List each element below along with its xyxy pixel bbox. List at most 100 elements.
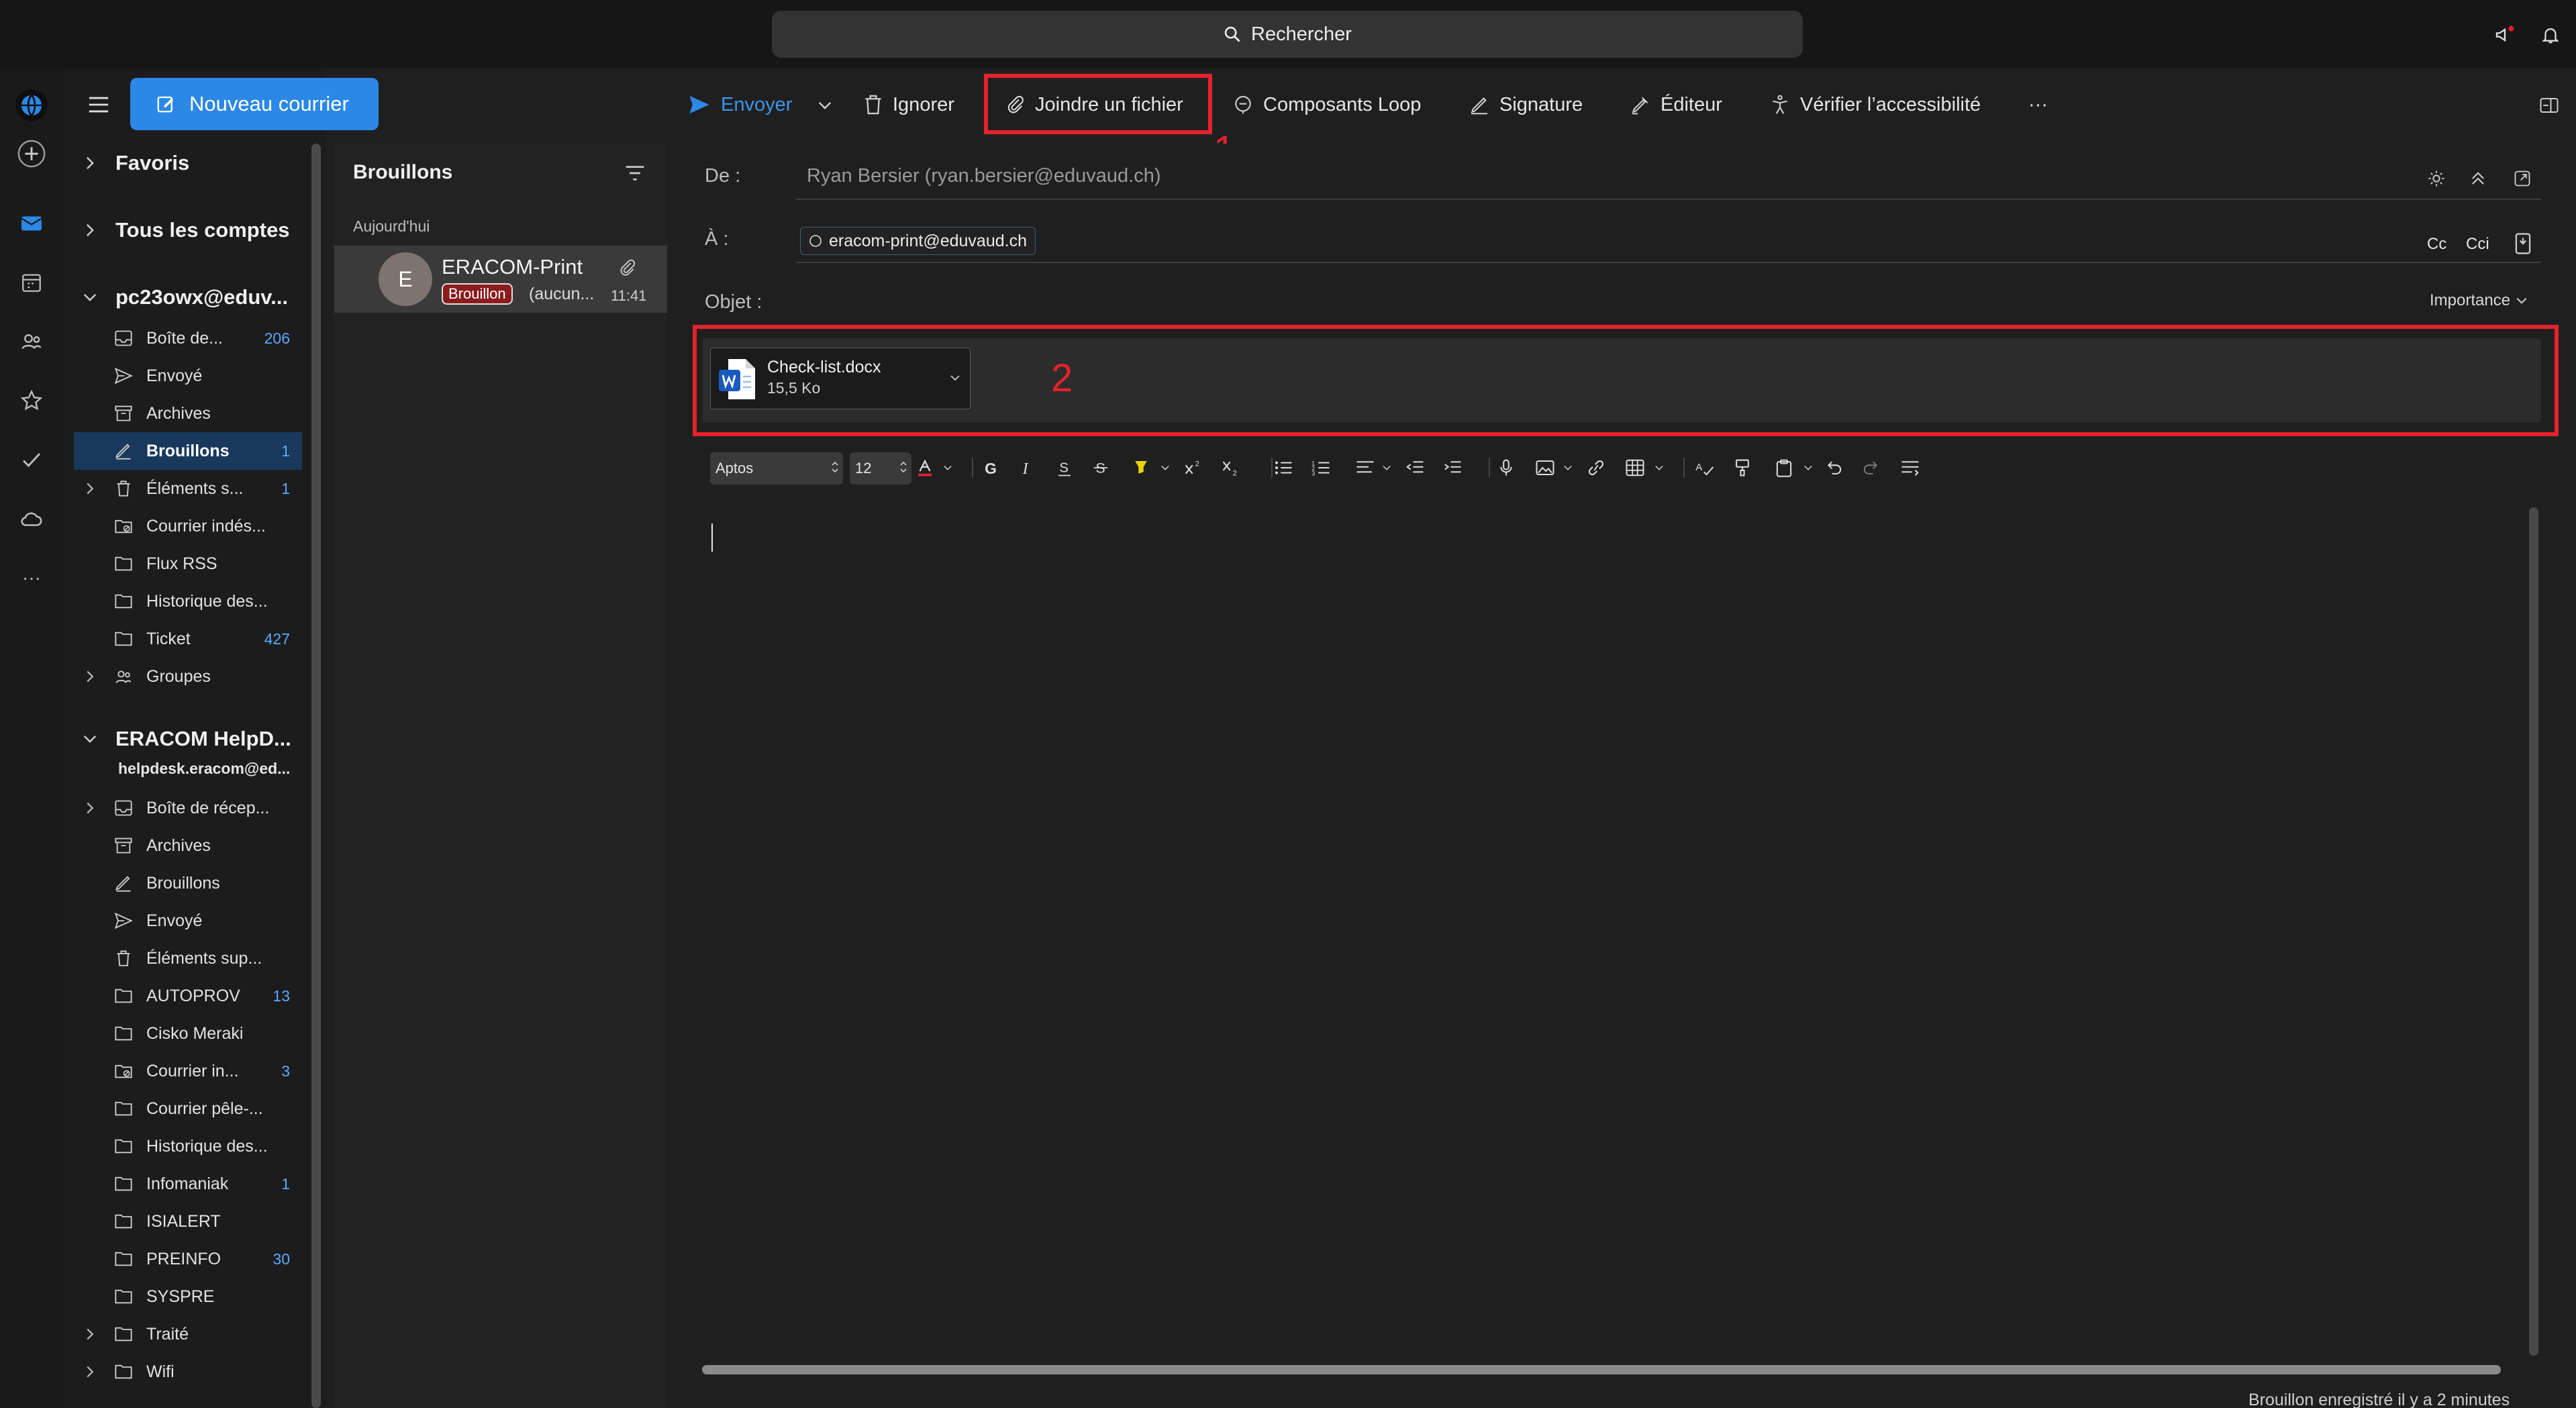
folder-a2-15[interactable]: Wifi [74,1353,302,1391]
folder-a2-7[interactable]: Courrier in... 3 [74,1052,302,1090]
folder-a1-9[interactable]: Groupes [74,658,302,695]
add-account-icon[interactable] [12,134,51,173]
announcement-icon[interactable] [2491,21,2518,48]
calendar-icon[interactable] [16,267,47,298]
chevron-down-icon[interactable] [1646,456,1673,479]
font-size-select[interactable]: 12 [850,452,911,485]
attachment-options-chevron-icon[interactable] [946,368,964,387]
bcc-button[interactable]: Cci [2466,235,2489,254]
favorites-group[interactable]: Favoris [74,146,189,180]
folder-a2-10[interactable]: Infomaniak 1 [74,1165,302,1203]
folder-a2-14[interactable]: Traité [74,1315,302,1353]
menu-icon[interactable] [83,91,114,118]
star-icon[interactable] [16,385,47,416]
folder-a1-2[interactable]: Archives [74,395,302,432]
folder-a1-3[interactable]: Brouillons 1 [74,432,302,470]
increase-indent-icon[interactable] [1439,456,1466,479]
cc-button[interactable]: Cc [2427,235,2446,254]
from-field[interactable]: Ryan Bersier (ryan.bersier@eduvaud.ch) [807,165,1161,187]
body-horizontal-scrollbar[interactable] [702,1365,2501,1374]
folder-a1-4[interactable]: Éléments s... 1 [74,470,302,507]
loop-components-button[interactable]: Composants Loop [1232,91,1421,118]
importance-button[interactable]: Importance [2430,291,2528,310]
account1-header[interactable]: pc23owx@eduv... [74,281,288,314]
microphone-icon[interactable] [1493,456,1520,479]
table-icon[interactable] [1622,456,1648,479]
cloud-icon[interactable] [16,503,47,534]
more-format-options-icon[interactable] [1897,456,1924,479]
chevron-down-icon[interactable] [1373,456,1400,479]
signature-button[interactable]: Signature [1469,91,1583,118]
expand-window-icon[interactable] [2510,166,2534,191]
list-item[interactable]: E ERACOM-Print Brouillon (aucun... 11:41 [334,246,667,313]
undo-icon[interactable] [1820,456,1847,479]
message-body-editor[interactable] [698,510,2524,1356]
folder-a2-1[interactable]: Archives [74,827,302,864]
theme-sun-icon[interactable] [2424,166,2448,191]
mail-icon[interactable] [16,208,47,239]
folder-a2-11[interactable]: ISIALERT [74,1203,302,1240]
chevron-right-icon[interactable] [74,1365,106,1378]
superscript-icon[interactable]: 2 [1180,456,1207,479]
account2-header[interactable]: ERACOM HelpD... [74,722,291,756]
folder-a1-7[interactable]: Historique des... [74,583,302,620]
send-button[interactable]: Envoyer [687,91,792,118]
bold-icon[interactable]: G [977,456,1004,479]
folder-a1-1[interactable]: Envoyé [74,357,302,395]
bell-icon[interactable] [2537,21,2564,48]
subject-input[interactable] [805,285,2383,319]
chevron-down-icon[interactable] [1554,456,1581,479]
attach-file-button[interactable]: Joindre un fichier [1005,91,1183,118]
new-mail-button[interactable]: Nouveau courrier [130,78,379,130]
spelling-icon[interactable]: A [1691,456,1718,479]
accessibility-button[interactable]: Vérifier l’accessibilité [1769,91,1981,118]
folder-a2-5[interactable]: AUTOPROV 13 [74,977,302,1015]
chevron-right-icon[interactable] [74,801,106,815]
highlight-icon[interactable] [1128,456,1154,479]
italic-icon[interactable]: I [1013,456,1040,479]
all-accounts-group[interactable]: Tous les comptes [74,213,290,247]
folder-a1-0[interactable]: Boîte de... 206 [74,319,302,357]
chevron-down-icon[interactable] [934,456,961,479]
body-vertical-scrollbar[interactable] [2529,507,2538,1356]
recipient-chip[interactable]: eracom-print@eduvaud.ch [800,227,1036,255]
people-icon[interactable] [16,326,47,357]
send-options-chevron-icon[interactable] [813,94,836,117]
chevron-right-icon[interactable] [74,482,106,495]
numbered-list-icon[interactable]: 123 [1307,456,1334,479]
folder-a2-3[interactable]: Envoyé [74,902,302,940]
collapse-header-icon[interactable] [2466,166,2490,191]
chevron-right-icon[interactable] [74,670,106,683]
more-options-button[interactable]: ··· [2028,91,2048,118]
folder-a2-6[interactable]: Cisko Meraki [74,1015,302,1052]
strikethrough-icon[interactable]: S [1087,456,1114,479]
folder-scrollbar[interactable] [311,144,321,1408]
todo-icon[interactable] [16,444,47,475]
folder-a2-4[interactable]: Éléments sup... [74,940,302,977]
folder-a1-8[interactable]: Ticket 427 [74,620,302,658]
pop-out-icon[interactable] [2537,94,2561,117]
folder-a1-5[interactable]: Courrier indés... [74,507,302,545]
editor-button[interactable]: Éditeur [1630,91,1722,118]
more-apps-icon[interactable]: ··· [16,562,47,593]
font-family-select[interactable]: Aptos [710,452,843,485]
folder-a2-8[interactable]: Courrier pêle-... [74,1090,302,1127]
folder-a1-6[interactable]: Flux RSS [74,545,302,583]
chevron-down-icon[interactable] [1152,456,1179,479]
account-globe-icon[interactable] [12,86,51,125]
format-painter-icon[interactable] [1729,456,1756,479]
filter-icon[interactable] [620,161,650,185]
folder-a2-0[interactable]: Boîte de récep... [74,789,302,827]
decrease-indent-icon[interactable] [1401,456,1428,479]
link-icon[interactable] [1583,456,1609,479]
chevron-right-icon[interactable] [74,1327,106,1341]
redo-icon[interactable] [1858,456,1885,479]
attachment-card[interactable]: Check-list.docx 15,5 Ko [710,348,971,409]
folder-a2-9[interactable]: Historique des... [74,1127,302,1165]
paste-icon[interactable] [1771,456,1797,479]
folder-a2-12[interactable]: PREINFO 30 [74,1240,302,1278]
search-box[interactable]: Rechercher [772,11,1803,58]
folder-a2-2[interactable]: Brouillons [74,864,302,902]
folder-a2-13[interactable]: SYSPRE [74,1278,302,1315]
discard-button[interactable]: Ignorer [863,91,954,118]
